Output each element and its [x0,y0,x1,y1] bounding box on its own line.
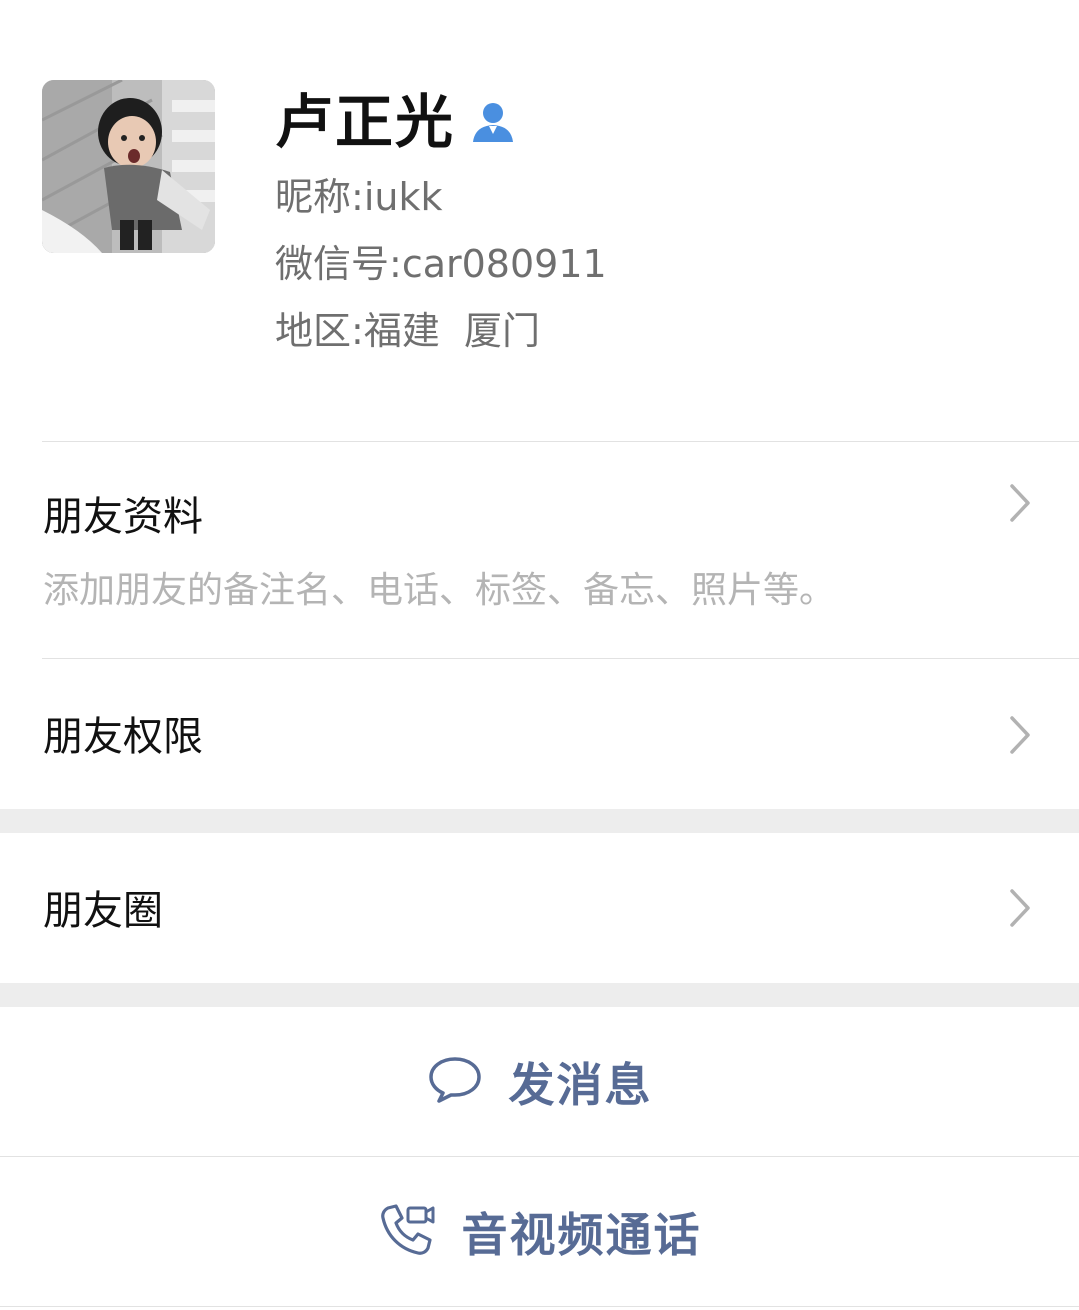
section-gap [0,983,1079,1007]
chat-bubble-icon [427,1055,483,1109]
chevron-right-icon [1010,889,1030,927]
row-friend-profile-subtitle: 添加朋友的备注名、电话、标签、备忘、照片等。 [43,570,836,611]
row-friend-profile[interactable]: 朋友资料 添加朋友的备注名、电话、标签、备忘、照片等。 [0,442,1079,658]
avatar-photo [42,80,215,253]
chevron-right-icon [1010,716,1030,754]
send-message-button[interactable]: 发消息 [0,1007,1079,1157]
wechat-id-line: 微信号:car080911 [275,239,607,289]
row-friend-permissions[interactable]: 朋友权限 [0,659,1079,809]
divider [0,1306,1079,1307]
row-friend-profile-title: 朋友资料 [43,494,203,540]
region-value: 福建 厦门 [363,309,540,353]
person-icon [471,100,515,144]
profile-header: 卢正光 昵称:iukk 微信号:car080911 地区:福建 厦门 [0,0,1079,442]
nickname-line: 昵称:iukk [275,172,442,222]
name-row: 卢正光 [275,84,515,160]
wechat-id-label: 微信号: [275,242,402,286]
region-label: 地区: [275,309,364,353]
nickname-value: iukk [363,175,443,219]
avatar[interactable] [42,80,215,253]
wechat-id-value[interactable]: car080911 [402,242,607,286]
contact-name: 卢正光 [275,88,456,156]
nickname-label: 昵称: [275,175,364,219]
send-message-label: 发消息 [508,1058,653,1112]
section-gap [0,809,1079,833]
row-friend-permissions-title: 朋友权限 [43,714,203,760]
chevron-right-icon [1010,484,1030,522]
region-line: 地区:福建 厦门 [275,306,540,356]
row-moments-title: 朋友圈 [43,888,163,934]
audio-video-call-button[interactable]: 音视频通话 [0,1157,1079,1307]
row-moments[interactable]: 朋友圈 [0,833,1079,983]
audio-video-call-label: 音视频通话 [461,1208,702,1262]
phone-video-icon [378,1202,436,1262]
